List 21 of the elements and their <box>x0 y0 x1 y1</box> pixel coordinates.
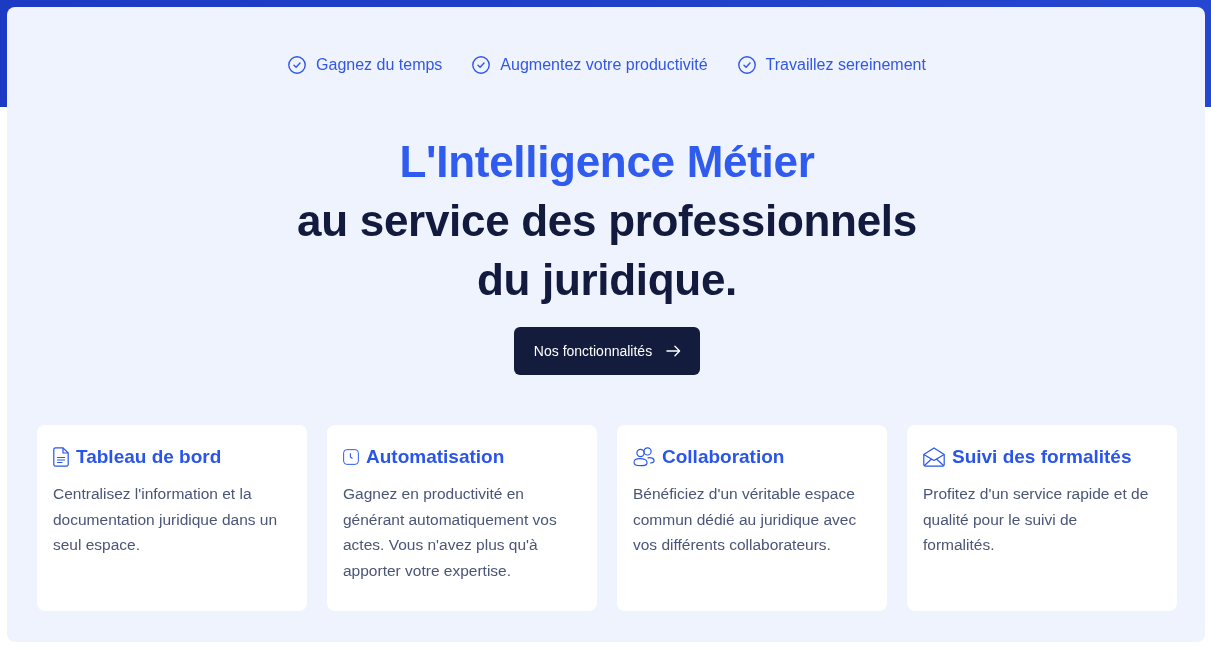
benefit-label: Augmentez votre productivité <box>500 56 708 74</box>
hero-heading: L'Intelligence Métier au service des professionnels du juridique. <box>296 136 918 306</box>
feature-description: Centralisez l'information et la documentation juridique dans un seul espace. <box>53 484 279 555</box>
feature-description: Bénéficiez d'un véritable espace commun dédié au juridique avec vos différents collaborateurs. <box>633 484 858 555</box>
check-circle-icon <box>472 56 491 74</box>
feature-title: Suivi des formalités <box>952 446 1132 468</box>
benefit-label: Gagnez du temps <box>316 56 443 74</box>
check-circle-icon <box>737 56 756 74</box>
benefit-label: Travaillez sereinement <box>765 56 926 74</box>
check-circle-icon <box>288 56 307 74</box>
document-icon <box>53 447 69 467</box>
feature-title: Collaboration <box>662 446 785 468</box>
arrow-right-icon <box>666 345 682 357</box>
feature-description: Gagnez en productivité en générant automatiquement vos actes. Vous n'avez plus qu'à apporter votre expertise. <box>343 484 558 581</box>
envelope-icon <box>923 447 945 467</box>
feature-description: Profitez d'un service rapide et de qualité pour le suivi de formalités. <box>923 484 1150 555</box>
features-button[interactable]: Nos fonctionnalités <box>513 327 701 375</box>
feature-title: Automatisation <box>366 446 505 468</box>
feature-title: Tableau de bord <box>76 446 222 468</box>
people-icon <box>633 447 655 467</box>
clock-icon <box>343 447 359 467</box>
